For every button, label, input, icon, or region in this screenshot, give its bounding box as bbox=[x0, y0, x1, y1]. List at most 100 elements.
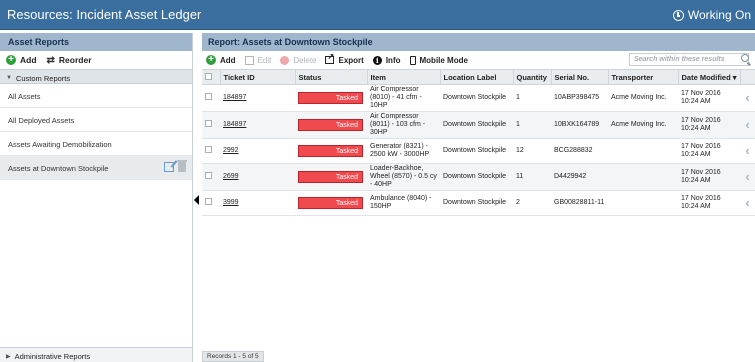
chevron-left-icon[interactable]: ‹ bbox=[740, 138, 755, 164]
administrative-reports-section[interactable]: ▶ Administrative Reports bbox=[0, 347, 192, 362]
report-item-label: Assets at Downtown Stockpile bbox=[8, 164, 109, 173]
column-item[interactable]: Item bbox=[367, 69, 441, 85]
delete-button[interactable]: Delete bbox=[280, 55, 317, 65]
mobile-mode-label: Mobile Mode bbox=[419, 55, 468, 65]
reorder-icon: ⇄ bbox=[46, 54, 55, 66]
status-badge: Tasked bbox=[298, 92, 363, 104]
location-cell: Downtown Stockpile bbox=[440, 138, 513, 164]
sort-desc-icon: ▾ bbox=[732, 72, 737, 82]
date-cell: 17 Nov 2016 10:24 AM bbox=[678, 190, 740, 216]
serial-cell: BCG288832 bbox=[551, 138, 608, 164]
ticket-id-link[interactable]: 184897 bbox=[223, 94, 246, 101]
chevron-left-icon[interactable]: ‹ bbox=[740, 84, 755, 112]
quantity-cell: 11 bbox=[513, 163, 551, 191]
item-cell: Ambulance (8040) - 150HP bbox=[367, 190, 440, 216]
report-item-awaiting-demobilization[interactable]: Assets Awaiting Demobilization bbox=[0, 132, 192, 156]
ticket-id-link[interactable]: 3999 bbox=[223, 199, 239, 206]
column-status[interactable]: Status bbox=[295, 69, 368, 85]
trash-icon[interactable] bbox=[177, 160, 187, 172]
chevron-left-icon[interactable]: ‹ bbox=[740, 111, 755, 139]
row-checkbox[interactable] bbox=[205, 198, 212, 205]
row-checkbox[interactable] bbox=[205, 120, 212, 127]
item-cell: Generator (8321) - 2500 kW - 3000HP bbox=[367, 138, 440, 164]
administrative-reports-label: Administrative Reports bbox=[14, 352, 91, 361]
select-all-checkbox[interactable] bbox=[205, 72, 212, 80]
delete-label: Delete bbox=[293, 55, 317, 65]
column-ticket-id[interactable]: Ticket ID bbox=[220, 69, 296, 85]
table-row[interactable]: 2992 Tasked Generator (8321) - 2500 kW -… bbox=[202, 138, 755, 164]
report-item-all-assets[interactable]: All Assets bbox=[0, 84, 192, 108]
caret-right-icon: ▶ bbox=[6, 354, 11, 360]
add-asset-button[interactable]: + Add bbox=[206, 55, 236, 65]
serial-cell: GB00828811-11 bbox=[551, 190, 608, 216]
reorder-button[interactable]: ⇄ Reorder bbox=[47, 55, 92, 66]
edit-label: Edit bbox=[257, 55, 272, 65]
app-title: Resources: Incident Asset Ledger bbox=[7, 7, 202, 22]
item-cell: Air Compressor (8010) - 41 cfm - 10HP bbox=[367, 84, 440, 112]
quantity-cell: 2 bbox=[513, 190, 551, 216]
table-header-row: Ticket ID Status Item Location Label Qua… bbox=[202, 69, 755, 85]
ticket-id-link[interactable]: 184897 bbox=[223, 121, 246, 128]
column-quantity[interactable]: Quantity bbox=[513, 69, 552, 85]
working-on-label: Working On bbox=[687, 8, 751, 22]
date-cell: 17 Nov 2016 10:24 AM bbox=[678, 84, 740, 112]
custom-reports-section[interactable]: ▼ Custom Reports bbox=[0, 69, 192, 84]
status-badge: Tasked bbox=[298, 197, 363, 209]
custom-reports-label: Custom Reports bbox=[15, 73, 71, 83]
info-button[interactable]: i Info bbox=[372, 55, 401, 65]
row-checkbox[interactable] bbox=[205, 93, 212, 100]
location-cell: Downtown Stockpile bbox=[440, 190, 513, 216]
edit-button[interactable]: Edit bbox=[244, 55, 272, 65]
select-all-checkbox-cell[interactable] bbox=[202, 69, 221, 85]
add-report-button[interactable]: + Add bbox=[6, 55, 37, 65]
report-item-actions bbox=[164, 160, 187, 172]
column-serial-no[interactable]: Serial No. bbox=[551, 69, 609, 85]
location-cell: Downtown Stockpile bbox=[440, 111, 513, 139]
export-button[interactable]: Export bbox=[325, 52, 364, 65]
table-row[interactable]: 184897 Tasked Air Compressor (8011) - 10… bbox=[202, 111, 755, 139]
collapse-panel-icon[interactable] bbox=[194, 195, 199, 205]
ticket-id-link[interactable]: 2699 bbox=[223, 173, 239, 180]
export-icon bbox=[325, 52, 335, 64]
chevron-left-icon[interactable]: ‹ bbox=[740, 163, 755, 191]
report-header: Report: Assets at Downtown Stockpile bbox=[202, 33, 755, 51]
chevron-left-icon[interactable]: ‹ bbox=[740, 190, 755, 216]
table-row[interactable]: 2699 Tasked Loader-Backhoe, Wheel (8570)… bbox=[202, 163, 755, 191]
transporter-cell bbox=[608, 138, 678, 164]
search-input[interactable]: Search within these results bbox=[629, 53, 749, 66]
report-panel: Report: Assets at Downtown Stockpile + A… bbox=[202, 33, 755, 362]
search-placeholder: Search within these results bbox=[634, 56, 725, 63]
item-cell: Loader-Backhoe, Wheel (8570) - 0.5 cy - … bbox=[367, 163, 440, 191]
working-on-button[interactable]: Working On bbox=[672, 8, 751, 22]
date-cell: 17 Nov 2016 10:24 AM bbox=[678, 111, 740, 139]
quantity-cell: 1 bbox=[513, 84, 551, 112]
report-item-downtown-stockpile[interactable]: Assets at Downtown Stockpile bbox=[0, 156, 192, 180]
row-checkbox[interactable] bbox=[205, 146, 212, 153]
search-icon[interactable] bbox=[741, 54, 749, 62]
mobile-icon bbox=[409, 55, 416, 65]
caret-down-icon: ▼ bbox=[6, 75, 12, 81]
row-checkbox[interactable] bbox=[205, 172, 212, 179]
item-cell: Air Compressor (8011) - 103 cfm - 30HP bbox=[367, 111, 440, 139]
edit-icon[interactable] bbox=[164, 162, 174, 172]
mobile-mode-button[interactable]: Mobile Mode bbox=[409, 55, 468, 65]
add-report-label: Add bbox=[20, 55, 37, 65]
quantity-cell: 1 bbox=[513, 111, 551, 139]
title-bar: Resources: Incident Asset Ledger Working… bbox=[0, 0, 755, 30]
column-transporter[interactable]: Transporter bbox=[608, 69, 679, 85]
report-item-all-deployed-assets[interactable]: All Deployed Assets bbox=[0, 108, 192, 132]
status-badge: Tasked bbox=[298, 171, 363, 183]
left-toolbar: + Add ⇄ Reorder bbox=[0, 51, 192, 69]
clock-icon bbox=[672, 9, 684, 21]
table-row[interactable]: 184897 Tasked Air Compressor (8010) - 41… bbox=[202, 84, 755, 112]
transporter-cell bbox=[608, 163, 678, 191]
column-location-label[interactable]: Location Label bbox=[440, 69, 514, 85]
report-item-label: All Assets bbox=[8, 92, 41, 101]
date-cell: 17 Nov 2016 10:24 AM bbox=[678, 138, 740, 164]
export-label: Export bbox=[338, 55, 364, 65]
column-date-modified[interactable]: Date Modified ▾ bbox=[678, 69, 741, 85]
ticket-id-link[interactable]: 2992 bbox=[223, 147, 239, 154]
status-badge: Tasked bbox=[298, 145, 363, 157]
table-row[interactable]: 3999 Tasked Ambulance (8040) - 150HP Dow… bbox=[202, 190, 755, 216]
date-cell: 17 Nov 2016 10:24 AM bbox=[678, 163, 740, 191]
